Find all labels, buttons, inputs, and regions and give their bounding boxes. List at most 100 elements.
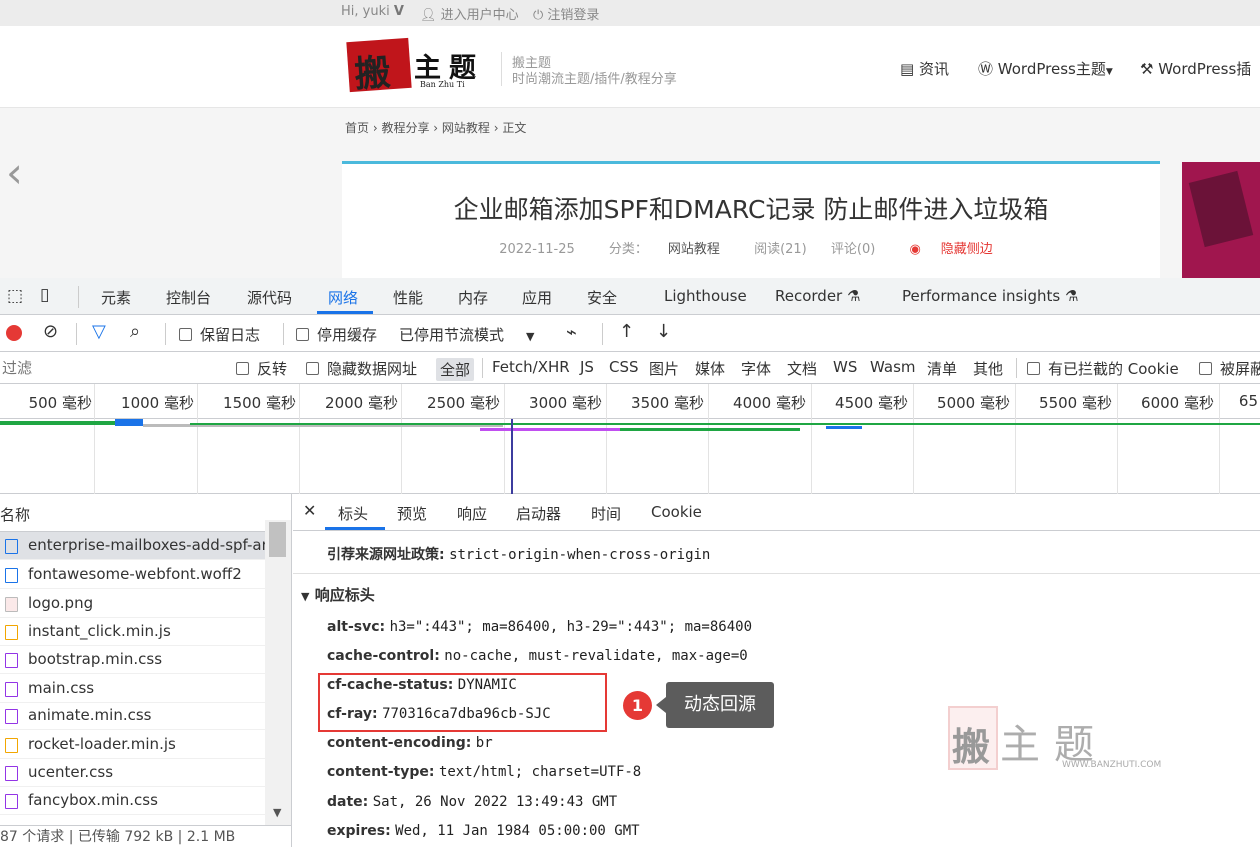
record-button[interactable] — [6, 325, 22, 341]
tab-performance-insights[interactable]: Performance insights ⚗ — [902, 287, 1078, 305]
request-row[interactable]: ucenter.css — [0, 759, 265, 787]
waterfall-bar — [480, 428, 620, 431]
tab-elements[interactable]: 元素 — [101, 287, 131, 308]
stylesheet-icon — [5, 794, 18, 809]
inspect-element-icon[interactable]: ⬚ — [7, 286, 23, 306]
breadcrumb-web-tutorials[interactable]: 网站教程 — [442, 121, 490, 135]
blocked-requests-checkbox[interactable]: 被屏蔽 — [1199, 358, 1260, 379]
checkbox-box — [1027, 362, 1040, 375]
blocked-cookies-checkbox[interactable]: 有已拦截的 Cookie — [1027, 358, 1179, 379]
greeting[interactable]: Hi, yuki V — [341, 4, 404, 19]
filter-type-fetch-xhr[interactable]: Fetch/XHR — [492, 358, 570, 376]
tab-application[interactable]: 应用 — [522, 287, 552, 308]
filter-icon[interactable]: ▽ — [92, 321, 106, 342]
timeline-tick: 3500 毫秒 — [631, 394, 704, 412]
filter-type-ws[interactable]: WS — [833, 358, 857, 376]
hide-data-urls-checkbox[interactable]: 隐藏数据网址 — [306, 358, 417, 379]
filter-type-wasm[interactable]: Wasm — [870, 358, 916, 376]
header-name: date: — [327, 794, 369, 810]
tab-headers[interactable]: 标头 — [338, 503, 368, 524]
search-icon[interactable]: ⌕ — [130, 321, 140, 342]
tab-cookies[interactable]: Cookie — [651, 503, 702, 521]
tab-initiator[interactable]: 启动器 — [516, 503, 561, 524]
request-row[interactable]: fontawesome-webfont.woff2 — [0, 561, 265, 589]
logo-mark[interactable]: 搬 — [346, 37, 412, 96]
article-comments[interactable]: 评论(0) — [831, 242, 875, 257]
filter-type-doc[interactable]: 文档 — [787, 358, 817, 379]
filter-type-all[interactable]: 全部 — [436, 358, 475, 381]
prev-arrow-icon[interactable]: ‹ — [6, 148, 23, 197]
request-row[interactable]: main.css — [0, 675, 265, 703]
article-header: 企业邮箱添加SPF和DMARC记录 防止邮件进入垃圾箱 2022-11-25 分… — [342, 161, 1160, 278]
import-har-icon[interactable]: ↑ — [619, 321, 634, 342]
site-header: 搬 主题 Ban Zhu Ti 搬主题 时尚潮流主题/插件/教程分享 ▤ 资讯 … — [0, 26, 1260, 108]
tab-divider — [78, 286, 79, 308]
tab-console[interactable]: 控制台 — [166, 287, 211, 308]
filter-type-css[interactable]: CSS — [609, 358, 639, 376]
header-name: 引荐来源网址政策: — [327, 547, 445, 563]
filter-input[interactable] — [0, 356, 218, 380]
request-row[interactable]: animate.min.css — [0, 702, 265, 730]
nav-item-news[interactable]: ▤ 资讯 — [900, 58, 949, 79]
scrollbar-thumb[interactable] — [269, 522, 286, 557]
filter-type-font[interactable]: 字体 — [741, 358, 771, 379]
breadcrumb-home[interactable]: 首页 — [345, 121, 369, 135]
filter-type-manifest[interactable]: 清单 — [927, 358, 957, 379]
experiment-icon: ⚗ — [1064, 287, 1079, 305]
tab-security[interactable]: 安全 — [587, 287, 617, 308]
blocked-requests-label: 被屏蔽 — [1220, 360, 1260, 378]
response-headers-section[interactable]: ▼ 响应标头 — [301, 584, 375, 605]
filter-type-img[interactable]: 图片 — [649, 358, 679, 379]
tab-network[interactable]: 网络 — [328, 287, 358, 308]
category-link[interactable]: 网站教程 — [668, 242, 720, 257]
request-row[interactable]: enterprise-mailboxes-add-spf-an — [0, 532, 265, 560]
checkbox-box — [296, 328, 309, 341]
preserve-log-checkbox[interactable]: 保留日志 — [179, 324, 260, 345]
user-center-link[interactable]: 👤︎ 进入用户中心 — [420, 4, 519, 23]
logout-link[interactable]: ⏻ 注销登录 — [533, 4, 599, 23]
request-list-scrollbar[interactable]: ▼ — [265, 520, 291, 825]
request-row[interactable]: rocket-loader.min.js — [0, 731, 265, 759]
scroll-down-icon[interactable]: ▼ — [273, 806, 281, 819]
logout-label: 注销登录 — [547, 8, 600, 23]
network-conditions-icon[interactable]: ⌁ — [566, 322, 577, 343]
invert-checkbox[interactable]: 反转 — [236, 358, 287, 379]
header-value: text/html; charset=UTF-8 — [438, 764, 642, 780]
name-column-header[interactable]: 名称 — [0, 494, 265, 532]
nav-item-wp-themes[interactable]: Ⓦ WordPress主题▼ — [978, 58, 1113, 79]
request-row[interactable]: instant_click.min.js — [0, 618, 265, 646]
tab-response[interactable]: 响应 — [457, 503, 487, 524]
tab-sources[interactable]: 源代码 — [247, 287, 292, 308]
filter-type-other[interactable]: 其他 — [973, 358, 1003, 379]
breadcrumb: 首页 › 教程分享 › 网站教程 › 正文 — [345, 121, 527, 135]
disable-cache-checkbox[interactable]: 停用缓存 — [296, 324, 377, 345]
site-tagline: 时尚潮流主题/插件/教程分享 — [512, 72, 677, 87]
tab-recorder[interactable]: Recorder ⚗ — [775, 287, 860, 305]
tab-timing[interactable]: 时间 — [591, 503, 621, 524]
header-name: content-type: — [327, 764, 435, 780]
filter-type-media[interactable]: 媒体 — [695, 358, 725, 379]
network-overview[interactable]: 500 毫秒 1000 毫秒 1500 毫秒 2000 毫秒 2500 毫秒 3… — [0, 384, 1260, 494]
clear-icon[interactable]: ⊘ — [43, 321, 58, 342]
tab-performance[interactable]: 性能 — [393, 287, 423, 308]
nav-item-wp-plugins[interactable]: ⚒ WordPress插 — [1140, 58, 1251, 79]
tab-lighthouse[interactable]: Lighthouse — [664, 287, 747, 305]
header-name: content-encoding: — [327, 735, 472, 751]
annotation-number-badge: 1 — [623, 691, 652, 720]
request-row[interactable]: logo.png — [0, 590, 265, 618]
device-toolbar-icon[interactable]: ▯ — [40, 285, 49, 305]
export-har-icon[interactable]: ↓ — [656, 321, 671, 342]
callout-arrow — [656, 697, 666, 713]
close-icon[interactable]: ✕ — [303, 501, 316, 520]
image-icon — [5, 597, 18, 612]
tab-memory[interactable]: 内存 — [458, 287, 488, 308]
request-row[interactable]: fancybox.min.css — [0, 787, 265, 815]
throttling-select[interactable]: 已停用节流模式 ▼ — [399, 324, 534, 345]
tab-preview[interactable]: 预览 — [397, 503, 427, 524]
breadcrumb-tutorials[interactable]: 教程分享 — [381, 121, 429, 135]
request-row[interactable]: bootstrap.min.css — [0, 646, 265, 674]
toolbar-divider — [283, 323, 284, 345]
filter-type-js[interactable]: JS — [580, 358, 594, 376]
hide-sidebar-link[interactable]: ◉ 隐藏侧边 — [899, 242, 1002, 257]
sidebar-ad[interactable] — [1182, 162, 1260, 278]
